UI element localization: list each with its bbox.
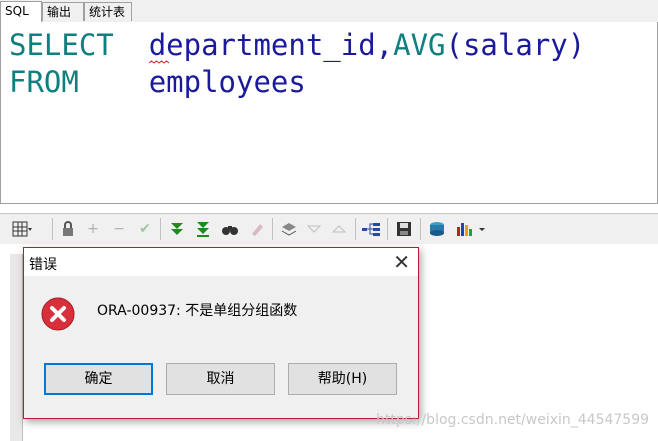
sql-line-2: FROM employees: [9, 64, 306, 100]
keyword-select: SELECT: [9, 28, 114, 62]
query-icon[interactable]: [278, 219, 300, 239]
tab-sql[interactable]: SQL: [0, 1, 42, 23]
fetch-next-icon[interactable]: [166, 219, 188, 239]
error-message: ORA-00937: 不是单组分组函数: [97, 303, 298, 319]
tree-icon[interactable]: [360, 219, 382, 239]
save-icon[interactable]: [393, 219, 415, 239]
dialog-title: 错误: [29, 257, 57, 273]
dialog-title-bar: 错误 ✕: [24, 248, 418, 276]
plus-icon[interactable]: +: [82, 219, 104, 239]
chart-icon[interactable]: [454, 219, 488, 239]
close-icon[interactable]: ✕: [393, 250, 410, 274]
cancel-button[interactable]: 取消: [166, 363, 275, 395]
export-icon[interactable]: [426, 219, 448, 239]
dialog-body: ORA-00937: 不是单组分组函数 确定 取消 帮助(H): [24, 276, 418, 418]
sql-editor[interactable]: SELECT department_id,AVG(salary) FROM em…: [0, 22, 658, 204]
toolbar-separator: [420, 218, 421, 240]
find-icon[interactable]: [219, 219, 241, 239]
tab-output[interactable]: 输出: [42, 2, 84, 21]
toolbar-separator: [272, 218, 273, 240]
results-toolbar: + − ✔: [0, 213, 658, 245]
column-name: department_id,: [148, 28, 394, 62]
lock-icon[interactable]: [57, 219, 79, 239]
function-avg: AVG: [393, 28, 446, 62]
grid-row-header: [10, 254, 23, 441]
watermark: https://blog.csdn.net/weixin_44547599: [376, 412, 650, 428]
tab-statistics[interactable]: 统计表: [84, 2, 132, 21]
sql-line-1: SELECT department_id,AVG(salary): [9, 27, 585, 63]
clear-icon[interactable]: [246, 219, 268, 239]
toolbar-separator: [52, 218, 53, 240]
grid-icon[interactable]: [10, 219, 32, 239]
error-dialog: 错误 ✕ ORA-00937: 不是单组分组函数 确定 取消 帮助(H): [23, 247, 419, 419]
help-button[interactable]: 帮助(H): [288, 363, 397, 395]
toolbar-separator: [387, 218, 388, 240]
keyword-from: FROM: [9, 65, 79, 99]
ok-button[interactable]: 确定: [44, 363, 153, 395]
table-name: employees: [148, 65, 306, 99]
spellcheck-squiggle: [149, 60, 169, 64]
tab-bar: SQL 输出 统计表: [0, 0, 658, 23]
toolbar-separator: [355, 218, 356, 240]
toolbar-separator: [160, 218, 161, 240]
sort-up-icon[interactable]: [328, 219, 350, 239]
function-args: (salary): [445, 28, 586, 62]
check-icon[interactable]: ✔: [134, 219, 156, 239]
filter-icon[interactable]: [303, 219, 325, 239]
error-icon: [41, 297, 75, 331]
minus-icon[interactable]: −: [108, 219, 130, 239]
fetch-last-icon[interactable]: [192, 219, 214, 239]
